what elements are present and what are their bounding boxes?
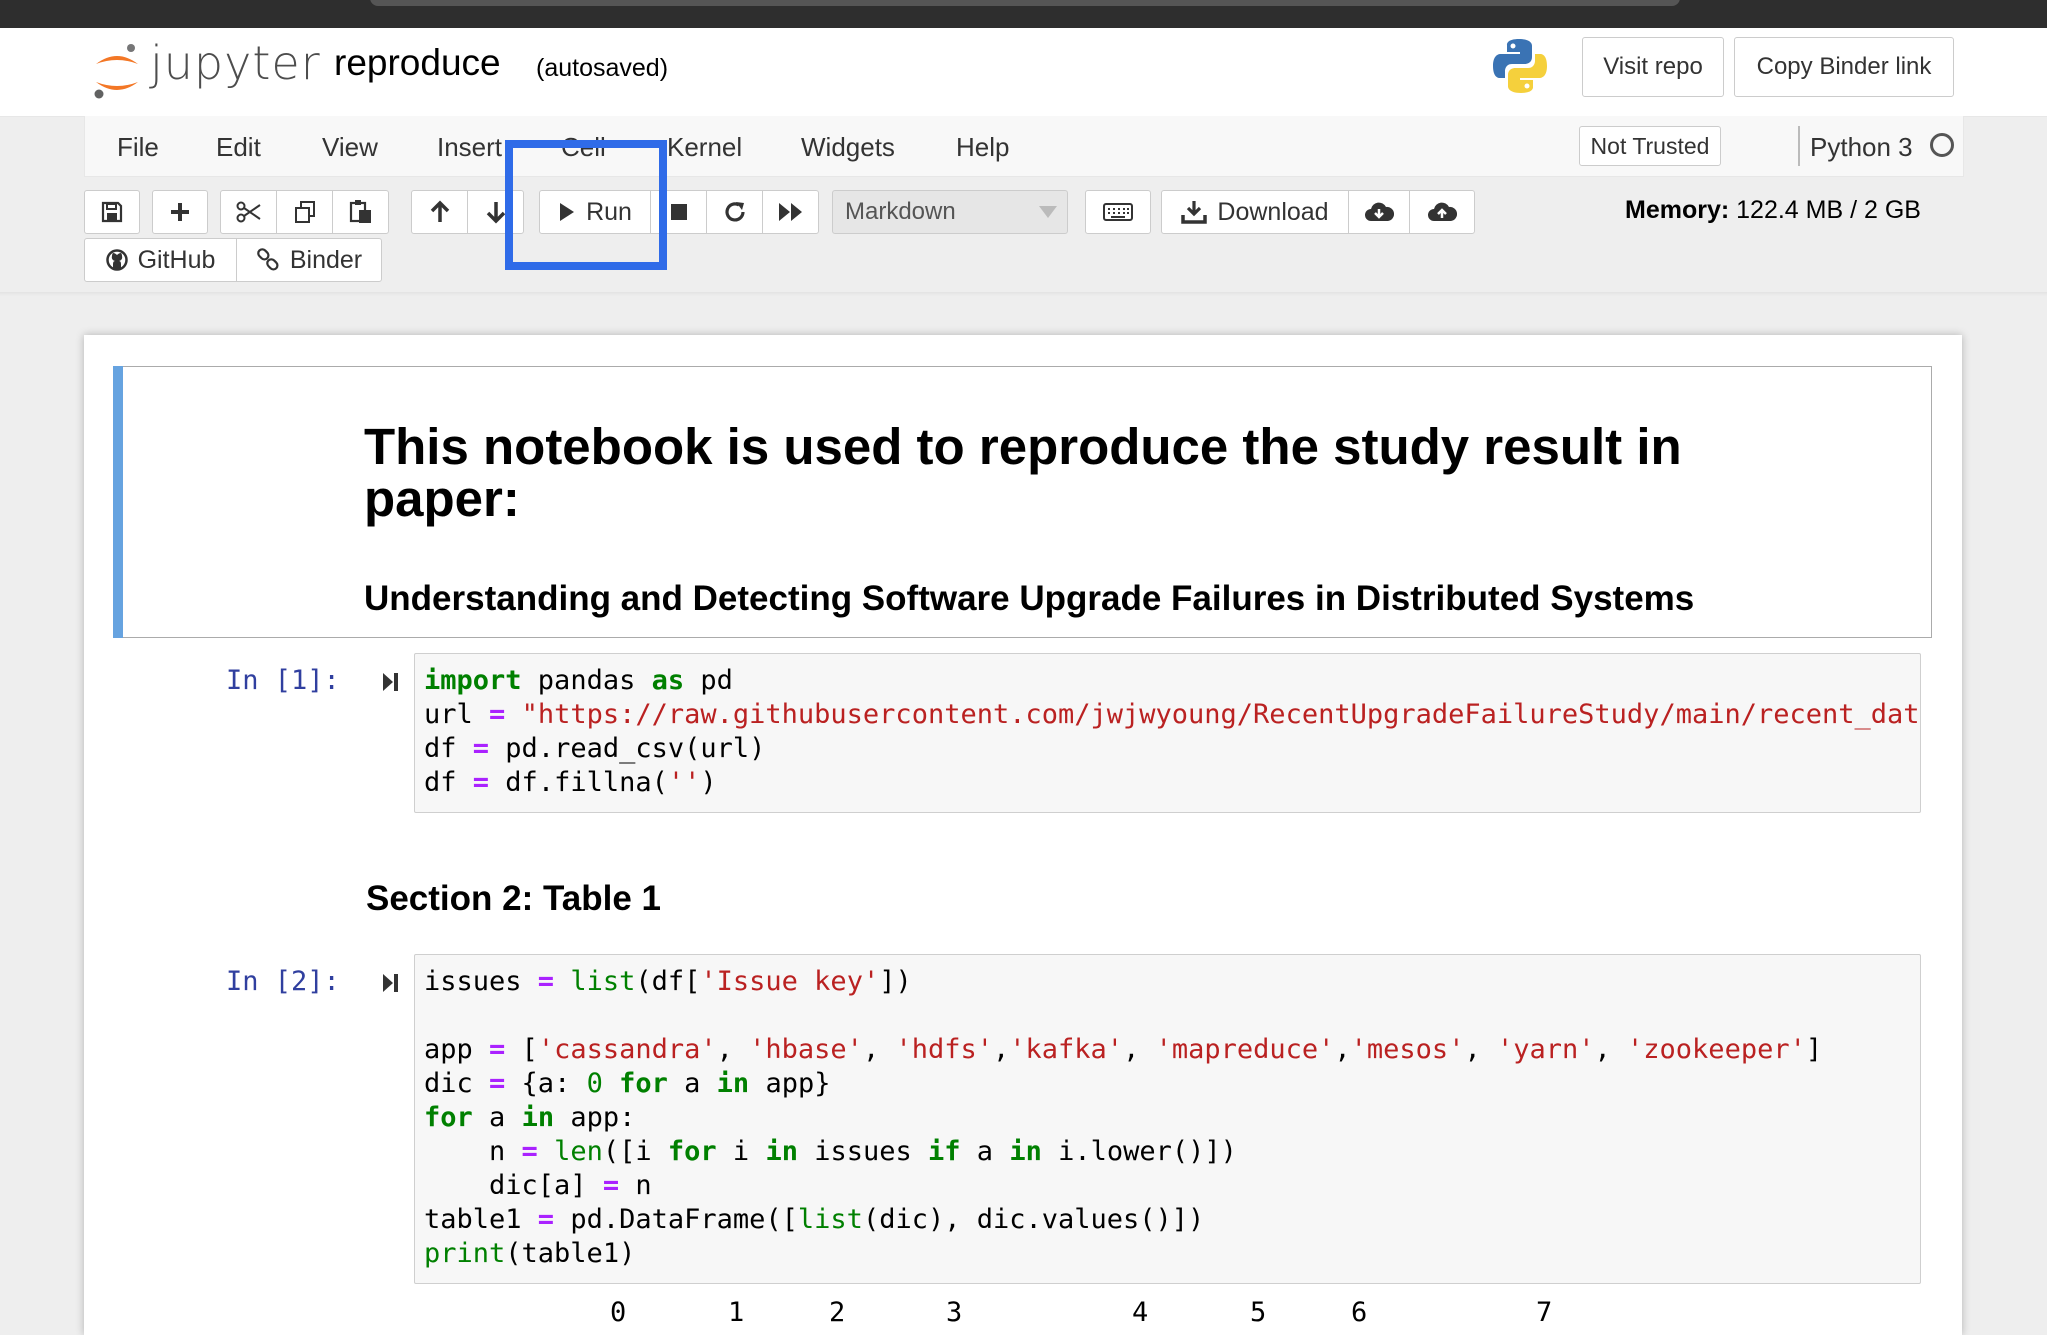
paste-icon: [349, 200, 371, 223]
keyboard-icon: [1103, 203, 1133, 221]
menu-edit[interactable]: Edit: [216, 132, 261, 163]
code-cell-2-source[interactable]: issues = list(df['Issue key']) app = ['c…: [424, 965, 1822, 1271]
scissors-icon: [236, 201, 261, 223]
cell1-prompt: In [1]:: [226, 665, 340, 696]
arrow-down-icon: [486, 202, 505, 224]
run-cell-icon[interactable]: [382, 671, 400, 693]
output-column-header: 2: [829, 1297, 846, 1328]
header-shadow: [0, 292, 2047, 296]
autosave-status: (autosaved): [536, 54, 669, 82]
jupyter-logo-icon[interactable]: [92, 42, 142, 102]
menu-file[interactable]: File: [117, 132, 159, 163]
notebook-header: jupyter reproduce (autosaved) Visit repo…: [0, 28, 2047, 117]
insert-cell-button[interactable]: [152, 190, 208, 234]
output-column-header: 6: [1351, 1297, 1368, 1328]
menu-widgets[interactable]: Widgets: [801, 132, 895, 163]
memory-usage: Memory: 122.4 MB / 2 GB: [1625, 196, 1921, 225]
output-column-header: 5: [1250, 1297, 1267, 1328]
download-label: Download: [1217, 197, 1329, 226]
cut-button[interactable]: [220, 190, 277, 234]
restart-run-all-button[interactable]: [762, 190, 819, 234]
memory-value: 122.4 MB / 2 GB: [1736, 196, 1921, 224]
save-button[interactable]: [84, 190, 140, 234]
kernel-status-icon: [1930, 133, 1954, 157]
output-column-header: 3: [946, 1297, 963, 1328]
visit-repo-button[interactable]: Visit repo: [1582, 37, 1724, 97]
paste-button[interactable]: [332, 190, 389, 234]
cell2-prompt: In [2]:: [226, 966, 340, 997]
github-label: GitHub: [137, 245, 216, 274]
link-icon: [257, 248, 279, 271]
code-cell-1[interactable]: import pandas as pd url = "https://raw.g…: [414, 653, 1921, 813]
python-logo-icon: [1493, 39, 1547, 93]
arrow-up-icon: [430, 200, 449, 222]
cloud-download-icon: [1365, 202, 1394, 221]
output-column-header: 0: [610, 1297, 627, 1328]
browser-chrome: [0, 0, 2047, 28]
cloud-upload-button[interactable]: [1409, 190, 1475, 234]
cloud-download-button[interactable]: [1348, 190, 1410, 234]
fast-forward-icon: [778, 203, 802, 221]
memory-label: Memory:: [1625, 196, 1730, 224]
copy-button[interactable]: [276, 190, 333, 234]
copy-icon: [294, 201, 315, 223]
restart-button[interactable]: [706, 190, 763, 234]
stop-icon: [670, 204, 687, 220]
markdown-title: This notebook is used to reproduce the s…: [364, 418, 1682, 527]
command-palette-button[interactable]: [1085, 190, 1151, 234]
github-icon: [105, 249, 128, 271]
output-column-header: 7: [1536, 1297, 1553, 1328]
binder-label: Binder: [289, 245, 363, 274]
run-highlight-box: [505, 140, 667, 270]
cell-type-select[interactable]: Markdown: [832, 190, 1068, 234]
code-cell-2[interactable]: issues = list(df['Issue key']) app = ['c…: [414, 954, 1921, 1284]
copy-binder-link-button[interactable]: Copy Binder link: [1734, 37, 1954, 97]
section-heading: Section 2: Table 1: [366, 879, 661, 918]
kernel-name[interactable]: Python 3: [1810, 132, 1913, 163]
menu-kernel[interactable]: Kernel: [667, 132, 742, 163]
menu-help[interactable]: Help: [956, 132, 1009, 163]
cell-selection-bar: [113, 366, 123, 638]
save-icon: [101, 201, 123, 223]
output-column-header: 4: [1132, 1297, 1149, 1328]
menu-view[interactable]: View: [322, 132, 378, 163]
markdown-cell-selected[interactable]: This notebook is used to reproduce the s…: [113, 366, 1932, 638]
output-column-header: 1: [728, 1297, 745, 1328]
not-trusted-button[interactable]: Not Trusted: [1579, 126, 1721, 166]
github-button[interactable]: GitHub: [84, 238, 237, 282]
chevron-down-icon: [1039, 206, 1057, 218]
cell-type-value: Markdown: [845, 198, 956, 225]
notebook-container: This notebook is used to reproduce the s…: [84, 335, 1962, 1335]
menu-insert[interactable]: Insert: [437, 132, 502, 163]
menubar: File Edit View Insert Cell Kernel Widget…: [84, 116, 1964, 177]
move-up-button[interactable]: [411, 190, 468, 234]
plus-icon: [171, 203, 189, 221]
restart-icon: [724, 202, 745, 222]
notebook-name[interactable]: reproduce: [334, 42, 501, 84]
code-cell-1-source[interactable]: import pandas as pd url = "https://raw.g…: [424, 664, 1920, 800]
run-cell-icon[interactable]: [382, 972, 400, 994]
download-icon: [1181, 201, 1208, 224]
kernel-divider: [1798, 126, 1800, 166]
markdown-subtitle: Understanding and Detecting Software Upg…: [364, 579, 1695, 618]
cloud-upload-icon: [1428, 202, 1457, 221]
binder-button[interactable]: Binder: [236, 238, 382, 282]
address-bar[interactable]: [370, 0, 1680, 6]
jupyter-wordmark[interactable]: jupyter: [150, 36, 321, 90]
download-button[interactable]: Download: [1161, 190, 1349, 234]
